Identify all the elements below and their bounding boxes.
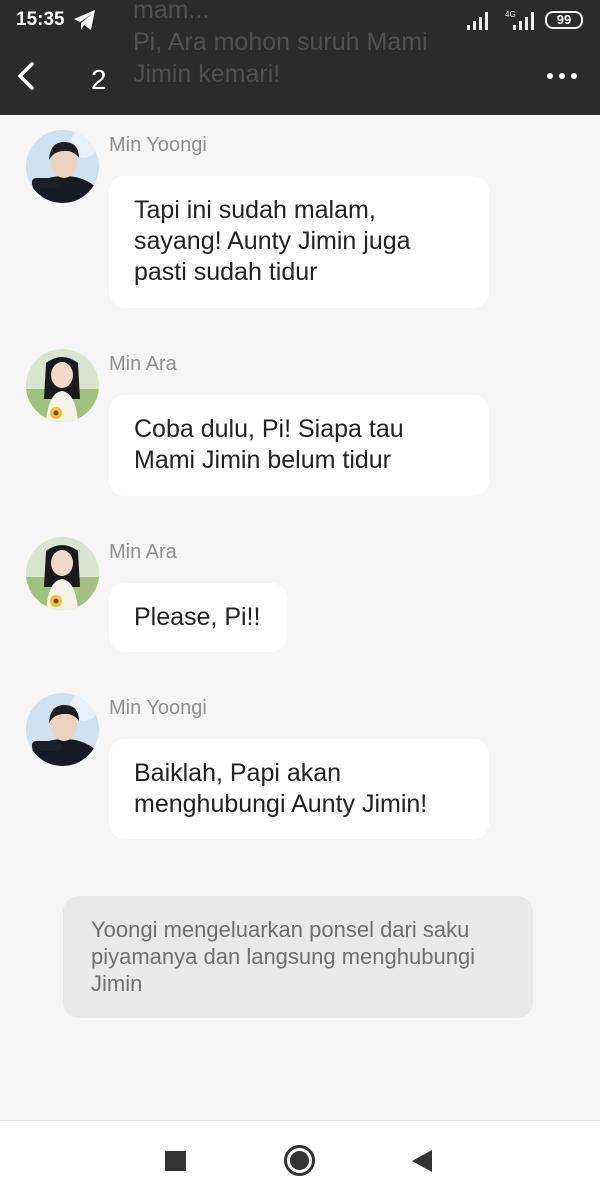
narration-line: Yoongi mengeluarkan ponsel dari saku bbox=[91, 917, 470, 942]
narration-box: Yoongi mengeluarkan ponsel dari saku piy… bbox=[63, 896, 533, 1018]
back-triangle-icon[interactable] bbox=[411, 1149, 433, 1173]
page-number: 2 bbox=[91, 64, 107, 95]
yoongi-avatar[interactable] bbox=[26, 130, 99, 203]
more-icon[interactable] bbox=[544, 64, 580, 88]
message-line: sayang! Aunty Jimin juga bbox=[134, 227, 411, 255]
message-line: Coba dulu, Pi! Siapa tau bbox=[134, 415, 404, 443]
sender-name: Min Yoongi bbox=[109, 697, 207, 719]
message-line: Please, Pi!! bbox=[134, 603, 261, 631]
message-line: pasti sudah tidur bbox=[134, 258, 318, 286]
message-line: menghubungi Aunty Jimin! bbox=[134, 790, 428, 818]
narration-line: Jimin bbox=[91, 971, 143, 996]
scrolled-message-text: mam... Pi, Ara mohon suruh Mami Jimin ke… bbox=[133, 0, 473, 90]
scrolled-line: Pi, Ara mohon suruh Mami bbox=[133, 28, 428, 56]
ara-avatar[interactable] bbox=[26, 349, 99, 422]
message-bubble[interactable]: Coba dulu, Pi! Siapa tau Mami Jimin belu… bbox=[109, 395, 489, 496]
message-bubble[interactable]: Tapi ini sudah malam, sayang! Aunty Jimi… bbox=[109, 176, 489, 308]
network-label: 4G bbox=[505, 10, 516, 19]
ara-avatar[interactable] bbox=[26, 537, 99, 610]
narration-line: piyamanya dan langsung menghubungi bbox=[91, 944, 476, 969]
sender-name: Min Ara bbox=[109, 353, 177, 375]
navigation-bar bbox=[0, 1120, 600, 1200]
message-line: Tapi ini sudah malam, bbox=[134, 196, 376, 224]
signal-icon bbox=[467, 12, 488, 30]
status-time: 15:35 bbox=[16, 9, 65, 30]
scrolled-line: mam... bbox=[133, 0, 210, 24]
top-bar: mam... Pi, Ara mohon suruh Mami Jimin ke… bbox=[0, 0, 600, 115]
home-circle-icon[interactable] bbox=[284, 1145, 315, 1176]
back-icon[interactable] bbox=[14, 60, 42, 92]
yoongi-avatar[interactable] bbox=[26, 693, 99, 766]
message-bubble[interactable]: Please, Pi!! bbox=[109, 583, 287, 652]
battery-indicator: 99 bbox=[545, 11, 583, 29]
message-bubble[interactable]: Baiklah, Papi akan menghubungi Aunty Jim… bbox=[109, 739, 489, 839]
sender-name: Min Ara bbox=[109, 541, 177, 563]
recents-square-icon[interactable] bbox=[165, 1151, 186, 1171]
telegram-icon bbox=[74, 10, 95, 30]
signal-4g-icon: 4G bbox=[505, 10, 534, 30]
message-line: Baiklah, Papi akan bbox=[134, 759, 342, 787]
sender-name: Min Yoongi bbox=[109, 134, 207, 156]
scrolled-line: Jimin kemari! bbox=[133, 60, 281, 88]
message-line: Mami Jimin belum tidur bbox=[134, 446, 392, 474]
